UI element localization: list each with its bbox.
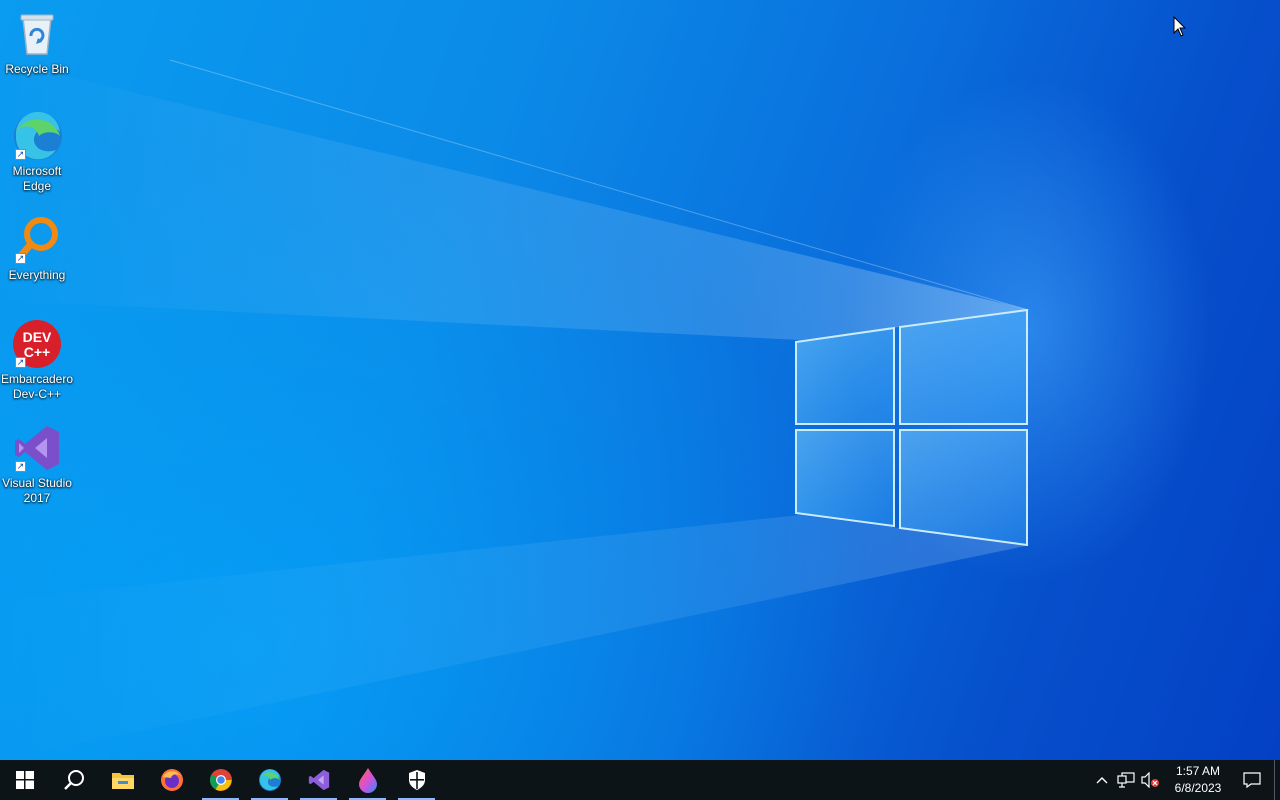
- security-shield-icon: [408, 770, 425, 790]
- edge-icon: ↗: [11, 110, 63, 162]
- desktop-icon-label: Microsoft Edge: [12, 164, 62, 193]
- volume-muted-icon: [1141, 772, 1159, 788]
- show-desktop-button[interactable]: [1274, 760, 1280, 800]
- search-button[interactable]: [49, 760, 98, 800]
- taskbar: 1:57 AM 6/8/2023: [0, 760, 1280, 800]
- paint-drop-icon: [358, 768, 377, 793]
- svg-text:DEV: DEV: [23, 329, 52, 345]
- svg-text:C++: C++: [24, 344, 50, 360]
- wallpaper-light-beams: [0, 59, 1030, 760]
- system-tray: 1:57 AM 6/8/2023: [1090, 760, 1280, 800]
- taskbar-chrome[interactable]: [196, 760, 245, 800]
- shortcut-arrow-icon: ↗: [15, 357, 26, 368]
- desktop-icon-label: Recycle Bin: [5, 62, 69, 76]
- edge-icon: [258, 769, 281, 791]
- mouse-cursor-icon: [1173, 16, 1187, 37]
- shortcut-arrow-icon: ↗: [15, 149, 26, 160]
- desktop-icon-visual-studio[interactable]: ↗ Visual Studio 2017: [0, 422, 74, 506]
- everything-magnifier-icon: ↗: [11, 214, 63, 266]
- desktop-icon-label: Visual Studio 2017: [2, 476, 72, 505]
- volume-button[interactable]: [1138, 760, 1162, 800]
- dev-cpp-icon: DEV C++ ↗: [11, 318, 63, 370]
- shortcut-arrow-icon: ↗: [15, 253, 26, 264]
- search-icon: [63, 770, 84, 790]
- taskbar-edge[interactable]: [245, 760, 294, 800]
- clock-time: 1:57 AM: [1175, 764, 1221, 778]
- desktop-icon-everything[interactable]: ↗ Everything: [0, 214, 74, 283]
- taskbar-clock[interactable]: 1:57 AM 6/8/2023: [1166, 763, 1230, 797]
- chevron-up-icon: [1096, 777, 1108, 784]
- shortcut-arrow-icon: ↗: [15, 461, 26, 472]
- desktop[interactable]: Recycle Bin ↗ Microsoft Edge ↗ Everythin…: [0, 0, 1280, 760]
- desktop-icon-recycle-bin[interactable]: Recycle Bin: [0, 8, 74, 77]
- notification-icon: [1243, 772, 1261, 788]
- taskbar-firefox[interactable]: [147, 760, 196, 800]
- taskbar-security[interactable]: [392, 760, 441, 800]
- desktop-icon-microsoft-edge[interactable]: ↗ Microsoft Edge: [0, 110, 74, 194]
- network-ethernet-icon: [1117, 772, 1135, 788]
- taskbar-visual-studio[interactable]: [294, 760, 343, 800]
- network-status-button[interactable]: [1114, 760, 1138, 800]
- start-button[interactable]: [0, 760, 49, 800]
- show-hidden-icons-button[interactable]: [1090, 760, 1114, 800]
- visual-studio-icon: ↗: [11, 422, 63, 474]
- clock-date: 6/8/2023: [1174, 781, 1222, 795]
- windows-logo-wallpaper: [795, 308, 1028, 547]
- windows-start-icon: [15, 771, 34, 789]
- file-explorer-icon: [111, 773, 134, 789]
- taskbar-file-explorer[interactable]: [98, 760, 147, 800]
- desktop-icon-label: Everything: [8, 268, 66, 282]
- desktop-icon-label: Embarcadero Dev-C++: [0, 372, 74, 401]
- visual-studio-icon: [308, 769, 329, 791]
- action-center-button[interactable]: [1230, 760, 1274, 800]
- recycle-bin-icon: [11, 8, 63, 60]
- taskbar-paint-app[interactable]: [343, 760, 392, 800]
- chrome-icon: [209, 769, 232, 791]
- desktop-icon-dev-cpp[interactable]: DEV C++ ↗ Embarcadero Dev-C++: [0, 318, 74, 402]
- firefox-icon: [160, 769, 183, 791]
